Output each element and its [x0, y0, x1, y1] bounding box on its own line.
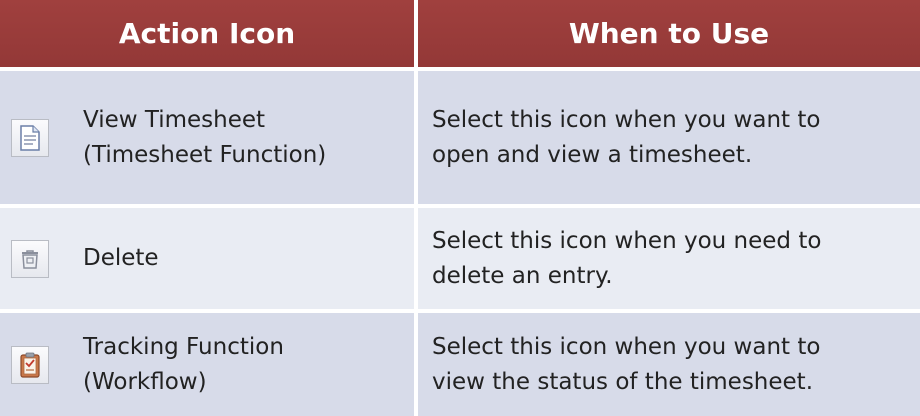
trash-icon[interactable] [11, 239, 49, 278]
header-action-icon: Action Icon [0, 0, 414, 67]
when-cell: Select this icon when you want to open a… [418, 71, 920, 204]
action-label: Delete [83, 245, 159, 271]
action-cell: View Timesheet (Timesheet Function) [0, 71, 414, 204]
when-text: Select this icon when you need to delete… [432, 227, 822, 289]
table-row: Delete Select this icon when you need to… [0, 208, 920, 309]
table-row: Tracking Function (Workflow) Select this… [0, 313, 920, 416]
when-text: Select this icon when you want to view t… [432, 333, 821, 395]
clipboard-icon[interactable] [11, 345, 49, 384]
when-cell: Select this icon when you want to view t… [418, 313, 920, 416]
action-label: Tracking Function (Workflow) [83, 333, 284, 395]
action-cell: Delete [0, 208, 414, 309]
table-row: View Timesheet (Timesheet Function) Sele… [0, 71, 920, 204]
action-icon-table: Action Icon When to Use View Timesheet (… [0, 0, 920, 416]
table-header: Action Icon When to Use [0, 0, 920, 67]
action-cell: Tracking Function (Workflow) [0, 313, 414, 416]
when-cell: Select this icon when you need to delete… [418, 208, 920, 309]
when-text: Select this icon when you want to open a… [432, 106, 821, 168]
action-label: View Timesheet (Timesheet Function) [83, 106, 327, 168]
header-when-to-use: When to Use [418, 0, 920, 67]
document-icon[interactable] [11, 118, 49, 157]
